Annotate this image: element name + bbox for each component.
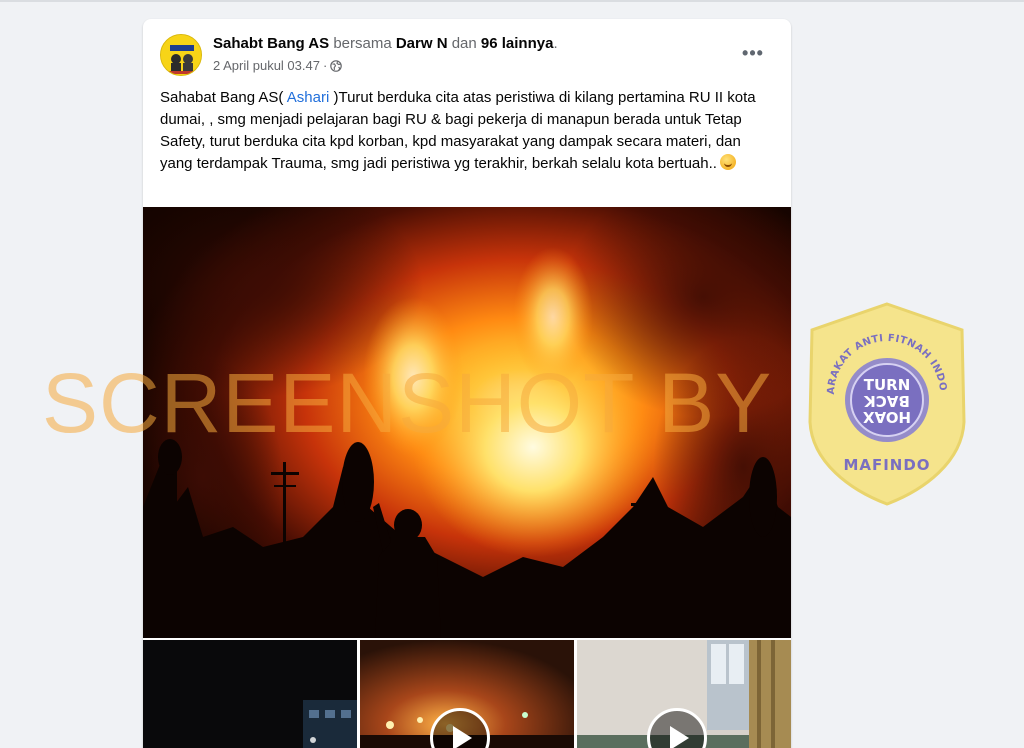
play-icon [670, 726, 689, 748]
night-scene-thumbnail[interactable] [143, 640, 357, 748]
author-name[interactable]: Sahabt Bang AS [213, 35, 329, 52]
post-header-title: Sahabt Bang AS bersama Darw N dan 96 lai… [213, 35, 558, 52]
others-link[interactable]: 96 lainnya [481, 35, 554, 52]
globe-icon[interactable] [330, 59, 343, 72]
meta-separator: · [322, 58, 328, 73]
post-timestamp[interactable]: 2 April pukul 03.47 [213, 58, 320, 73]
badge-line-3: HOAX [863, 408, 912, 426]
tagged-user[interactable]: Darw N [396, 35, 448, 52]
more-icon: ••• [742, 43, 764, 63]
with-word: bersama [333, 35, 392, 52]
title-period: . [553, 35, 558, 52]
post-text-start: Sahabat Bang AS( [160, 89, 284, 106]
watermark-text: SCREENSHOT BY [42, 356, 773, 450]
post-header: Sahabt Bang AS bersama Darw N dan 96 lai… [143, 19, 791, 89]
and-word: dan [451, 35, 477, 52]
post-message: Sahabat Bang AS( Ashari )Turut berduka c… [160, 87, 775, 175]
relieved-face-emoji [719, 154, 736, 170]
play-icon [453, 726, 472, 748]
mention-link[interactable]: Ashari [283, 89, 333, 106]
badge-bottom-text: MAFINDO [843, 456, 930, 474]
mafindo-badge: MASYARAKAT ANTI FITNAH INDONESIA TURN BA… [799, 294, 970, 506]
post-meta: 2 April pukul 03.47 · [213, 58, 343, 73]
badge-line-2: BACK [863, 392, 910, 410]
avatar[interactable] [160, 34, 202, 76]
badge-line-1: TURN [864, 376, 911, 394]
more-options-button[interactable]: ••• [735, 39, 771, 67]
fire-video-thumbnail[interactable] [360, 640, 574, 748]
room-video-thumbnail[interactable] [577, 640, 791, 748]
top-divider [0, 0, 1024, 2]
